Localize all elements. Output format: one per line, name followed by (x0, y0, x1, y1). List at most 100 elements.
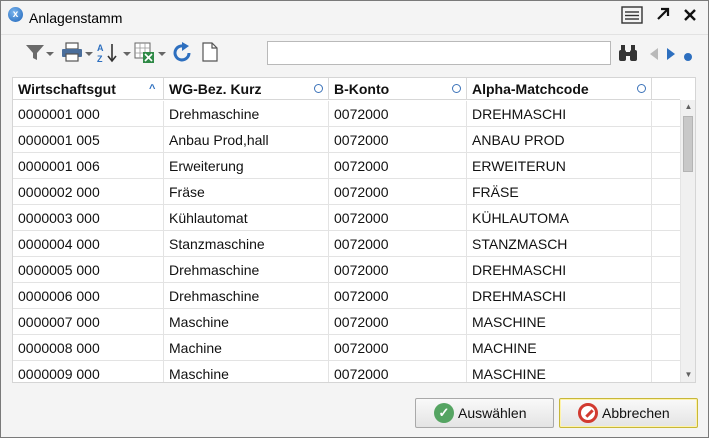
menu-list-icon[interactable] (620, 6, 644, 28)
print-icon[interactable] (61, 42, 93, 66)
cell-wg-bez-kurz: Drehmaschine (164, 101, 329, 127)
cell-b-konto: 0072000 (329, 361, 467, 382)
cell-b-konto: 0072000 (329, 231, 467, 257)
cell-alpha-matchcode: DREHMASCHI (467, 101, 652, 127)
column-menu-icon[interactable] (314, 84, 323, 93)
cell-b-konto: 0072000 (329, 309, 467, 335)
search-input[interactable] (267, 41, 611, 65)
cancel-icon (578, 403, 598, 423)
maximize-arrow-icon[interactable] (651, 6, 675, 28)
column-header-b-konto[interactable]: B-Konto (329, 78, 467, 100)
table-row[interactable]: 0000009 000 Maschine 0072000 MASCHINE (13, 361, 680, 382)
cell-wg-bez-kurz: Kühlautomat (164, 205, 329, 231)
cell-wg-bez-kurz: Drehmaschine (164, 283, 329, 309)
table-row[interactable]: 0000004 000 Stanzmaschine 0072000 STANZMASC… (13, 231, 680, 257)
svg-text:A: A (97, 43, 104, 53)
scroll-down-icon[interactable]: ▼ (681, 368, 695, 382)
cell-wg-bez-kurz: Erweiterung (164, 153, 329, 179)
titlebar: x Anlagenstamm (1, 1, 708, 35)
cell-wg-bez-kurz: Maschine (164, 309, 329, 335)
grid-rows: 0000001 000 Drehmaschine 0072000 DREHMASCHI… (13, 101, 680, 382)
table-row[interactable]: 0000001 006 Erweiterung 0072000 ERWEITERUN (13, 153, 680, 179)
cell-alpha-matchcode: ERWEITERUN (467, 153, 652, 179)
table-row[interactable]: 0000003 000 Kühlautomat 0072000 KÜHLAUTOMA (13, 205, 680, 231)
cell-wg-bez-kurz: Drehmaschine (164, 257, 329, 283)
table-row[interactable]: 0000001 000 Drehmaschine 0072000 DREHMASCHI (13, 101, 680, 127)
binoculars-search-icon[interactable] (618, 44, 638, 68)
cell-b-konto: 0072000 (329, 153, 467, 179)
refresh-icon[interactable] (171, 42, 193, 66)
filter-icon[interactable] (25, 42, 54, 66)
window-title: Anlagenstamm (29, 10, 123, 26)
select-button[interactable]: ✓ Auswählen (415, 398, 554, 428)
cell-wg-bez-kurz: Stanzmaschine (164, 231, 329, 257)
cell-wirtschaftsgut: 0000001 000 (13, 101, 164, 127)
table-row[interactable]: 0000002 000 Fräse 0072000 FRÄSE (13, 179, 680, 205)
table-row[interactable]: 0000007 000 Maschine 0072000 MASCHINE (13, 309, 680, 335)
cell-alpha-matchcode: DREHMASCHI (467, 283, 652, 309)
cell-wirtschaftsgut: 0000001 005 (13, 127, 164, 153)
column-header-label: Wirtschaftsgut (18, 81, 116, 97)
app-logo-icon: x (8, 7, 23, 22)
check-icon: ✓ (434, 403, 454, 423)
sort-ascending-icon: ^ (149, 83, 156, 95)
cell-wirtschaftsgut: 0000009 000 (13, 361, 164, 382)
cell-wg-bez-kurz: Anbau Prod,hall (164, 127, 329, 153)
column-header-alpha-matchcode[interactable]: Alpha-Matchcode (467, 78, 652, 100)
prev-arrow-icon[interactable] (649, 47, 659, 71)
dot-icon[interactable] (683, 49, 693, 73)
table-row[interactable]: 0000006 000 Drehmaschine 0072000 DREHMASCHI (13, 283, 680, 309)
column-header-label: Alpha-Matchcode (472, 81, 589, 97)
column-header-wg-bez-kurz[interactable]: WG-Bez. Kurz (164, 78, 329, 100)
cell-wirtschaftsgut: 0000005 000 (13, 257, 164, 283)
cell-b-konto: 0072000 (329, 283, 467, 309)
cell-alpha-matchcode: FRÄSE (467, 179, 652, 205)
close-icon[interactable] (678, 6, 702, 28)
cell-alpha-matchcode: DREHMASCHI (467, 257, 652, 283)
cell-wg-bez-kurz: Fräse (164, 179, 329, 205)
anlagenstamm-dialog: x Anlagenstamm A Z Wirtschaftsgut ^ WG-B… (0, 0, 709, 438)
cell-wirtschaftsgut: 0000008 000 (13, 335, 164, 361)
cell-b-konto: 0072000 (329, 205, 467, 231)
cancel-button[interactable]: Abbrechen (559, 398, 698, 428)
table-row[interactable]: 0000005 000 Drehmaschine 0072000 DREHMASCHI (13, 257, 680, 283)
cancel-button-label: Abbrechen (602, 405, 670, 421)
cell-wirtschaftsgut: 0000002 000 (13, 179, 164, 205)
cell-alpha-matchcode: KÜHLAUTOMA (467, 205, 652, 231)
cell-alpha-matchcode: ANBAU PROD (467, 127, 652, 153)
table-row[interactable]: 0000008 000 Machine 0072000 MACHINE (13, 335, 680, 361)
next-arrow-icon[interactable] (666, 47, 676, 71)
cell-wirtschaftsgut: 0000006 000 (13, 283, 164, 309)
svg-text:Z: Z (97, 54, 103, 64)
data-grid: Wirtschaftsgut ^ WG-Bez. Kurz B-Konto Al… (12, 77, 696, 383)
cell-wg-bez-kurz: Machine (164, 335, 329, 361)
scroll-up-icon[interactable]: ▲ (681, 100, 695, 114)
cell-wirtschaftsgut: 0000007 000 (13, 309, 164, 335)
table-row[interactable]: 0000001 005 Anbau Prod,hall 0072000 ANBAU P… (13, 127, 680, 153)
cell-b-konto: 0072000 (329, 127, 467, 153)
column-menu-icon[interactable] (637, 84, 646, 93)
column-header-label: B-Konto (334, 81, 390, 97)
cell-alpha-matchcode: MACHINE (467, 335, 652, 361)
sort-az-icon[interactable]: A Z (97, 42, 131, 66)
cell-wirtschaftsgut: 0000003 000 (13, 205, 164, 231)
excel-export-icon[interactable] (134, 42, 166, 66)
cell-b-konto: 0072000 (329, 335, 467, 361)
column-header-label: WG-Bez. Kurz (169, 81, 262, 97)
scroll-thumb[interactable] (683, 116, 693, 172)
cell-b-konto: 0072000 (329, 101, 467, 127)
cell-wirtschaftsgut: 0000004 000 (13, 231, 164, 257)
cell-b-konto: 0072000 (329, 179, 467, 205)
new-document-icon[interactable] (202, 42, 218, 66)
column-header-wirtschaftsgut[interactable]: Wirtschaftsgut ^ (13, 78, 164, 100)
cell-wirtschaftsgut: 0000001 006 (13, 153, 164, 179)
vertical-scrollbar[interactable]: ▲ ▼ (680, 100, 695, 382)
cell-alpha-matchcode: MASCHINE (467, 361, 652, 382)
cell-alpha-matchcode: STANZMASCH (467, 231, 652, 257)
cell-alpha-matchcode: MASCHINE (467, 309, 652, 335)
column-menu-icon[interactable] (452, 84, 461, 93)
cell-b-konto: 0072000 (329, 257, 467, 283)
select-button-label: Auswählen (458, 405, 527, 421)
toolbar: A Z (1, 36, 708, 74)
cell-wg-bez-kurz: Maschine (164, 361, 329, 382)
